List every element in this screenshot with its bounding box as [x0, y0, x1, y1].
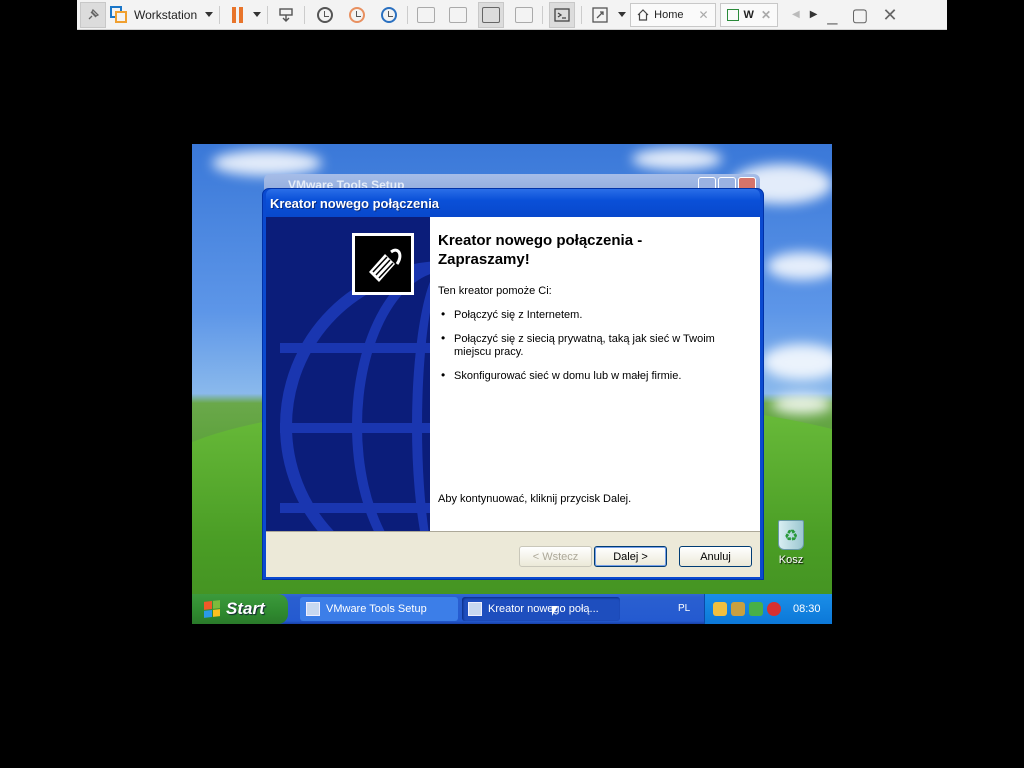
- tab-home-label: Home: [654, 8, 684, 21]
- wizard-heading: Kreator nowego połączenia - Zapraszamy!: [438, 232, 643, 268]
- start-label: Start: [226, 599, 265, 618]
- product-menu-label[interactable]: Workstation: [134, 8, 197, 22]
- wizard-footer-text: Aby kontynuować, kliknij przycisk Dalej.: [438, 493, 632, 505]
- mouse-cursor-icon: [552, 606, 558, 616]
- update-tray-icon[interactable]: [749, 602, 763, 616]
- network-cable-icon: [352, 233, 414, 295]
- vmware-toolbar: Workstation Home ✕ W ✕ ◀ ▶ _ ▢ ✕: [77, 0, 947, 30]
- thumbnail-bar-icon[interactable]: [446, 2, 470, 28]
- wizard-bullet-list: Połączyć się z Internetem. Połączyć się …: [438, 308, 760, 383]
- close-tab-icon[interactable]: ✕: [698, 8, 708, 22]
- security-alert-icon[interactable]: [767, 602, 781, 616]
- workstation-logo-icon: [110, 5, 128, 24]
- taskbar: Start VMware Tools Setup Kreator nowego …: [192, 594, 832, 624]
- wizard-app-icon: [468, 602, 482, 616]
- wizard-button-bar: < Wstecz Dalej > Anuluj: [266, 531, 760, 577]
- tab-vm-label: W: [743, 8, 754, 21]
- console-view-icon[interactable]: [549, 1, 576, 28]
- tab-scroll-left-icon[interactable]: ◀: [792, 9, 800, 20]
- pause-icon[interactable]: [232, 6, 244, 23]
- toolbar-divider: [581, 5, 583, 24]
- toolbar-divider: [542, 5, 544, 24]
- full-screen-icon[interactable]: [478, 1, 505, 28]
- cancel-button[interactable]: Anuluj: [679, 546, 752, 567]
- tab-vm[interactable]: W ✕: [719, 2, 778, 27]
- power-menu-chevron-icon[interactable]: [253, 12, 262, 17]
- wizard-title: Kreator nowego połączenia: [270, 195, 440, 211]
- taskbar-item-vmware-tools[interactable]: VMware Tools Setup: [300, 597, 458, 621]
- tab-home[interactable]: Home ✕: [630, 2, 716, 27]
- wizard-side-panel: [266, 217, 430, 531]
- taskbar-item-label: Kreator nowego połą...: [488, 603, 599, 615]
- language-indicator[interactable]: PL: [678, 603, 690, 614]
- list-item: Połączyć się z Internetem.: [438, 308, 738, 322]
- cloud: [767, 252, 832, 280]
- list-item: Skonfigurować sieć w domu lub w małej fi…: [438, 369, 738, 383]
- stretch-menu-chevron-icon[interactable]: [618, 12, 627, 17]
- toolbar-divider: [407, 5, 409, 24]
- cloud: [632, 148, 722, 170]
- stretch-guest-icon[interactable]: [588, 2, 612, 28]
- clock[interactable]: 08:30: [793, 603, 821, 615]
- system-tray: 08:30: [704, 594, 832, 624]
- next-button[interactable]: Dalej >: [594, 546, 667, 567]
- cloud: [212, 150, 322, 176]
- restore-icon[interactable]: ▢: [851, 6, 868, 24]
- toolbar-divider: [304, 5, 306, 24]
- close-icon[interactable]: ✕: [882, 6, 897, 24]
- pin-icon[interactable]: [80, 1, 106, 28]
- network-tray-icon[interactable]: [713, 602, 727, 616]
- home-icon: [637, 8, 649, 21]
- cloud: [772, 394, 832, 414]
- vm-icon: [726, 8, 739, 21]
- recycle-bin[interactable]: Kosz: [770, 520, 812, 566]
- recycle-bin-icon: [778, 520, 804, 550]
- start-button[interactable]: Start: [192, 594, 288, 624]
- revert-snapshot-icon[interactable]: [345, 2, 369, 28]
- back-button[interactable]: < Wstecz: [519, 546, 592, 567]
- product-menu-chevron-icon[interactable]: [205, 12, 214, 17]
- cloud: [762, 344, 832, 380]
- screen: Workstation Home ✕ W ✕ ◀ ▶ _ ▢ ✕ ♻ Kosz …: [0, 0, 1024, 768]
- toolbar-divider: [219, 5, 221, 24]
- windows-logo-icon: [204, 600, 220, 618]
- vmware-tools-tray-icon[interactable]: [731, 602, 745, 616]
- setup-icon: [306, 602, 320, 616]
- minimize-icon[interactable]: _: [827, 6, 837, 24]
- taskbar-item-wizard[interactable]: Kreator nowego połą...: [462, 597, 620, 621]
- tab-scroll-right-icon[interactable]: ▶: [810, 9, 818, 20]
- globe-graphic: [280, 261, 430, 531]
- list-item: Połączyć się z siecią prywatną, taką jak…: [438, 332, 738, 359]
- wizard-window: Kreator nowego połączenia Kreator nowego…: [262, 188, 764, 580]
- recycle-bin-label: Kosz: [778, 554, 804, 566]
- send-ctrl-alt-del-icon[interactable]: [274, 2, 298, 28]
- wizard-body: Kreator nowego połączenia - Zapraszamy! …: [266, 217, 760, 531]
- wizard-content: Kreator nowego połączenia - Zapraszamy! …: [430, 217, 760, 531]
- toolbar-divider: [267, 5, 269, 24]
- guest-display[interactable]: Kosz VMware Tools Setup Kreator nowego p…: [192, 144, 832, 624]
- taskbar-item-label: VMware Tools Setup: [326, 603, 427, 615]
- sidebar-toggle-icon[interactable]: [414, 2, 438, 28]
- wizard-intro: Ten kreator pomoże Ci:: [438, 285, 552, 297]
- take-snapshot-icon[interactable]: [313, 2, 337, 28]
- snapshot-manager-icon[interactable]: [377, 2, 401, 28]
- unity-icon[interactable]: [512, 2, 536, 28]
- wizard-titlebar[interactable]: Kreator nowego połączenia: [266, 189, 760, 217]
- close-tab-icon[interactable]: ✕: [761, 8, 771, 22]
